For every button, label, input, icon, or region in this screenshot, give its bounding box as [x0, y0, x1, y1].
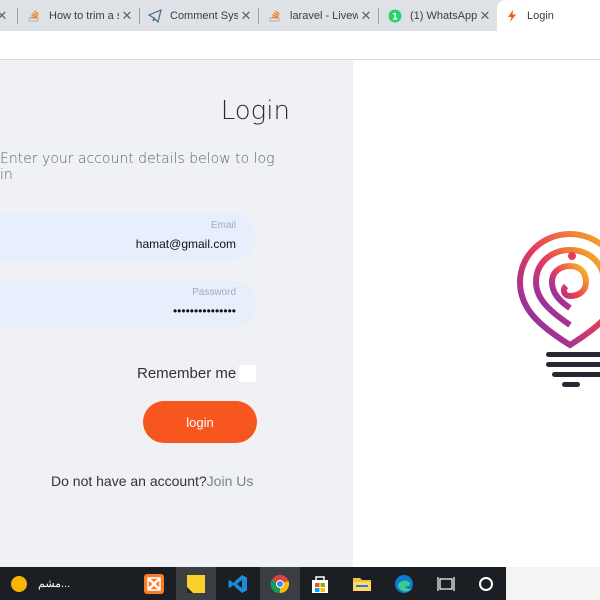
email-label: Email — [210, 220, 236, 231]
store-icon — [312, 575, 328, 593]
close-icon[interactable]: ✕ — [0, 8, 10, 24]
sun-icon — [11, 575, 27, 592]
tab-laravel-livewire[interactable]: laravel - Livewi ✕ — [260, 0, 378, 31]
sticky-notes-icon — [187, 574, 205, 593]
tab-login[interactable]: Login — [497, 0, 600, 31]
login-page: Login Enter your account details below t… — [0, 60, 600, 567]
stackoverflow-icon — [28, 9, 39, 22]
bolt-icon — [508, 9, 516, 22]
taskbar-xampp[interactable] — [134, 567, 174, 600]
login-button-label: login — [186, 414, 214, 430]
email-input[interactable] — [36, 237, 236, 251]
password-label: Password — [192, 287, 236, 298]
taskbar-vscode[interactable] — [218, 567, 258, 600]
close-icon[interactable]: ✕ — [238, 8, 254, 24]
tab-whatsapp[interactable]: 1 (1) WhatsApp ✕ — [380, 0, 497, 31]
taskbar-tray — [506, 567, 600, 600]
vscode-icon — [228, 574, 247, 593]
join-us-link[interactable]: Join Us — [207, 473, 254, 489]
close-icon[interactable]: ✕ — [358, 8, 374, 24]
page-title: Login — [220, 96, 290, 126]
address-bar[interactable] — [0, 31, 600, 60]
tab-comment-system[interactable]: Comment Syste ✕ — [140, 0, 258, 31]
chrome-icon — [270, 574, 290, 593]
login-button[interactable]: login — [143, 401, 257, 443]
signup-prompt: Do not have an account?Join Us — [51, 473, 253, 489]
browser-tab-strip: ✕ How to trim a s ✕ Comment Syste ✕ lara… — [0, 0, 600, 31]
taskbar-chrome[interactable] — [260, 567, 300, 600]
lightbulb-logo-icon — [516, 230, 600, 387]
remember-me-label: Remember me — [137, 365, 237, 382]
password-input[interactable]: ••••••••••••••• — [36, 304, 236, 318]
tab-separator — [258, 8, 259, 24]
remember-me-checkbox[interactable] — [239, 365, 256, 382]
telegram-icon — [148, 8, 162, 23]
stackoverflow-icon — [269, 9, 280, 22]
login-panel: Login Enter your account details below t… — [0, 60, 353, 567]
folder-icon — [353, 577, 371, 591]
xampp-icon — [144, 573, 164, 594]
tab-previous[interactable]: ✕ — [0, 0, 16, 31]
taskbar-store[interactable] — [300, 567, 340, 600]
close-icon[interactable]: ✕ — [477, 8, 493, 24]
whatsapp-icon: 1 — [388, 9, 402, 22]
taskbar-task-view[interactable] — [426, 567, 466, 600]
weather-text: مشم... — [38, 578, 71, 590]
tab-trim-string[interactable]: How to trim a s ✕ — [19, 0, 139, 31]
task-view-icon — [437, 576, 455, 591]
page-subtitle: Enter your account details below to log … — [0, 151, 275, 183]
svg-text:1: 1 — [392, 12, 398, 22]
taskbar-edge[interactable] — [384, 567, 424, 600]
taskbar-cortana[interactable] — [466, 567, 506, 600]
close-icon[interactable]: ✕ — [119, 8, 135, 24]
cortana-icon — [479, 576, 493, 591]
taskbar-sticky-notes[interactable] — [176, 567, 216, 600]
edge-icon — [395, 574, 413, 593]
password-field[interactable]: Password ••••••••••••••• — [0, 281, 256, 327]
signup-text: Do not have an account? — [51, 473, 207, 489]
taskbar-file-explorer[interactable] — [342, 567, 382, 600]
tab-separator — [378, 8, 379, 24]
tab-separator — [17, 8, 18, 24]
email-field[interactable]: Email — [0, 214, 256, 260]
weather-widget[interactable]: مشم... — [10, 567, 80, 600]
